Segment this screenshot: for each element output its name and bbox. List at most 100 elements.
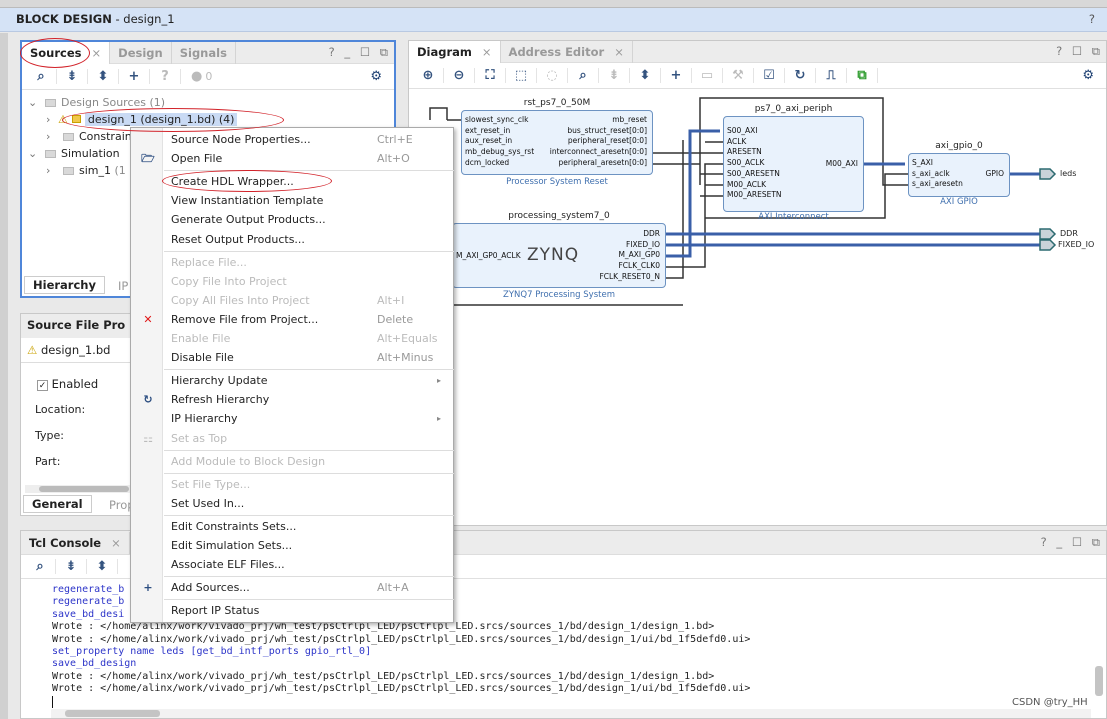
console-command: regenerate_b [52, 584, 125, 595]
menu-item-label: Refresh Hierarchy [171, 393, 270, 407]
external-port-leds-icon [1039, 168, 1057, 180]
menu-item-ip-hierarchy[interactable]: IP Hierarchy ▸ [131, 409, 453, 428]
menu-item-generate-output-products[interactable]: Generate Output Products... [131, 210, 453, 229]
menu-item-label: Edit Simulation Sets... [171, 539, 293, 552]
port-bus_struct_reset[0:0][interactable]: bus_struct_reset[0:0] [461, 126, 647, 136]
menu-separator [164, 369, 454, 371]
port-ddr[interactable]: DDR [452, 229, 660, 239]
block-title: rst_ps7_0_50M [523, 98, 591, 108]
menu-item-create-hdl-wrapper[interactable]: Create HDL Wrapper... [131, 172, 453, 191]
menu-item-label: Copy All Files Into Project [171, 293, 310, 307]
menu-separator [164, 449, 454, 451]
port-peripheral_aresetn[0:0][interactable]: peripheral_aresetn[0:0] [461, 158, 647, 168]
close-icon[interactable]: × [111, 536, 121, 550]
menu-item-refresh-hierarchy[interactable]: Refresh Hierarchy ↻ [131, 390, 453, 409]
menu-item-label: Remove File from Project... [171, 312, 319, 326]
menu-item-label: View Instantiation Template [171, 194, 324, 208]
console-command: save_bd_desi [52, 608, 125, 620]
context-menu: Source Node Properties... Ctrl+E Open File… [130, 127, 454, 623]
port-mb_reset[interactable]: mb_reset [461, 115, 647, 125]
menu-item-associate-elf-files[interactable]: Associate ELF Files... [131, 555, 453, 574]
port-aresetn[interactable]: ARESETN [727, 147, 762, 157]
block-title: axi_gpio_0 [935, 141, 983, 151]
menu-item-source-node-properties[interactable]: Source Node Properties... Ctrl+E [131, 130, 453, 149]
menu-item-reset-output-products[interactable]: Reset Output Products... [131, 230, 453, 249]
menu-item-edit-constraints-sets[interactable]: Edit Constraints Sets... [131, 517, 453, 536]
menu-item-add-module-to-block-design[interactable]: Add Module to Block Design [131, 452, 453, 471]
port-peripheral_reset[0:0][interactable]: peripheral_reset[0:0] [461, 136, 647, 146]
menu-separator [164, 250, 454, 252]
submenu-arrow-icon: ▸ [436, 414, 441, 424]
port-s00_axi[interactable]: S00_AXI [727, 126, 758, 136]
menu-item-replace-file[interactable]: Replace File... [131, 253, 453, 272]
external-port-fixed-io[interactable]: FIXED_IO [1058, 240, 1094, 249]
menu-separator [164, 170, 454, 172]
menu-item-report-ip-status[interactable]: Report IP Status [131, 601, 453, 620]
console-output-line: Wrote : </home/alinx/work/vivado_prj/wh_… [52, 683, 751, 695]
port-m00_aclk[interactable]: M00_ACLK [727, 180, 766, 190]
menu-item-shortcut: Alt+Minus [377, 351, 434, 365]
menu-item-set-as-top[interactable]: Set as Top ⚏ [131, 429, 453, 448]
port-s00_aresetn[interactable]: S00_ARESETN [727, 169, 780, 179]
menu-item-remove-file-from-project[interactable]: Remove File from Project... Delete ✕ [131, 310, 453, 329]
port-gpio[interactable]: GPIO [908, 169, 1004, 179]
menu-item-open-file[interactable]: Open File Alt+O 🗁 [131, 149, 453, 168]
port-interconnect_aresetn[0:0][interactable]: interconnect_aresetn[0:0] [461, 147, 647, 157]
menu-item-set-file-type[interactable]: Set File Type... [131, 475, 453, 494]
menu-item-shortcut: Alt+I [377, 293, 405, 307]
menu-item-label: Edit Constraints Sets... [171, 519, 297, 533]
wire-m-axi-gp0 [666, 129, 720, 258]
add-icon: + [143, 581, 153, 595]
port-m00_axi[interactable]: M00_AXI [723, 159, 858, 169]
menu-item-enable-file[interactable]: Enable File Alt+Equals [131, 329, 453, 348]
console-command: save_bd_design [52, 658, 137, 670]
console-input-caret[interactable] [52, 696, 53, 708]
menu-item-view-instantiation-template[interactable]: View Instantiation Template [131, 191, 453, 210]
port-s_axi[interactable]: S_AXI [912, 158, 933, 168]
menu-item-hierarchy-update[interactable]: Hierarchy Update ▸ [131, 371, 453, 390]
expand-all-icon[interactable]: ⬍ [87, 559, 118, 574]
port-s_axi_aresetn[interactable]: s_axi_aresetn [912, 179, 963, 189]
tab-tcl-console[interactable]: Tcl Console × [21, 531, 130, 554]
hierarchy-icon: ⚏ [143, 431, 153, 445]
external-port-fixed-io-icon [1039, 239, 1057, 251]
menu-item-label: Hierarchy Update [171, 374, 268, 388]
window-controls[interactable]: ? _ ☐ ⧉ [1041, 535, 1106, 550]
collapse-all-icon[interactable]: ⇟ [56, 559, 87, 574]
menu-item-disable-file[interactable]: Disable File Alt+Minus [131, 348, 453, 367]
console-output-line: Wrote : </home/alinx/work/vivado_prj/wh_… [52, 633, 751, 645]
menu-item-copy-file-into-project[interactable]: Copy File Into Project [131, 272, 453, 291]
port-aclk[interactable]: ACLK [727, 137, 746, 147]
menu-item-label: Reset Output Products... [171, 232, 305, 246]
menu-item-label: Generate Output Products... [171, 213, 326, 227]
menu-item-copy-all-files-into-project[interactable]: Copy All Files Into Project Alt+I [131, 291, 453, 310]
external-port-ddr[interactable]: DDR [1060, 229, 1078, 238]
menu-item-edit-simulation-sets[interactable]: Edit Simulation Sets... [131, 536, 453, 555]
menu-item-label: Enable File [171, 332, 231, 345]
menu-item-shortcut: Ctrl+E [377, 133, 413, 146]
search-icon[interactable]: ⌕ [25, 559, 56, 574]
block-type-label: ZYNQ7 Processing System [503, 290, 615, 300]
menu-item-set-used-in[interactable]: Set Used In... [131, 494, 453, 513]
block-type-label: AXI GPIO [940, 197, 978, 207]
menu-item-label: Open File [171, 152, 223, 166]
menu-item-label: Set as Top [171, 431, 228, 445]
zynq-logo: ZYNQ [527, 245, 580, 265]
console-vertical-scrollbar[interactable] [1095, 666, 1103, 696]
menu-item-shortcut: Delete [377, 312, 414, 326]
menu-item-label: Copy File Into Project [171, 274, 287, 288]
console-horizontal-scrollbar[interactable] [51, 709, 1091, 718]
external-port-ddr-icon [1039, 228, 1057, 240]
menu-item-label: Associate ELF Files... [171, 558, 285, 572]
menu-item-label: Create HDL Wrapper... [171, 175, 294, 189]
tab-label: Tcl Console [29, 535, 102, 550]
port-fclk_reset0_n[interactable]: FCLK_RESET0_N [452, 272, 660, 282]
port-m00_aresetn[interactable]: M00_ARESETN [727, 190, 782, 200]
external-port-leds[interactable]: leds [1060, 169, 1076, 178]
menu-item-add-sources[interactable]: Add Sources... Alt+A + [131, 578, 453, 597]
block-title: ps7_0_axi_periph [754, 104, 833, 114]
submenu-arrow-icon: ▸ [436, 376, 441, 386]
folder-open-icon: 🗁 [141, 152, 155, 166]
menu-item-shortcut: Alt+Equals [377, 332, 438, 345]
refresh-icon: ↻ [143, 393, 153, 407]
